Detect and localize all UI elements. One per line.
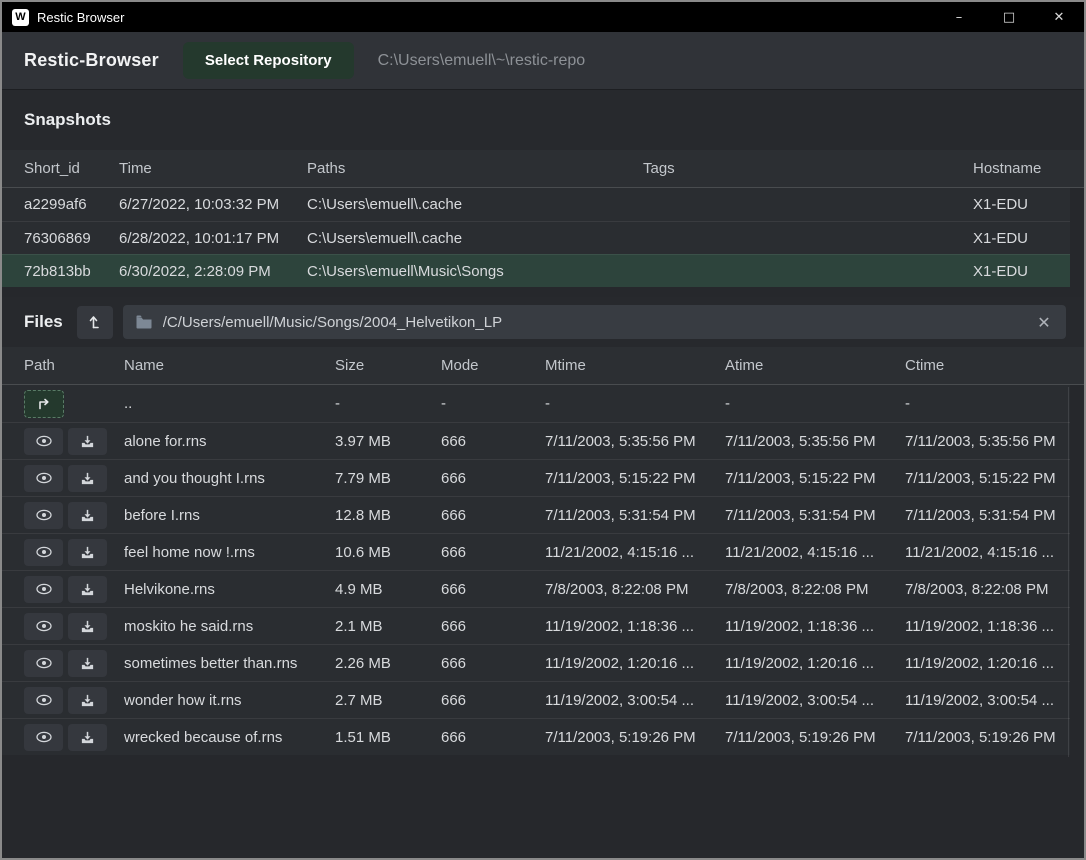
preview-button[interactable] <box>24 428 63 455</box>
preview-button[interactable] <box>24 613 63 640</box>
eye-icon <box>35 508 53 522</box>
column-header-tags: Tags <box>643 160 973 177</box>
download-button[interactable] <box>68 613 107 640</box>
file-row[interactable]: before I.rns 12.8 MB 666 7/11/2003, 5:31… <box>2 496 1070 533</box>
minimize-button[interactable]: – <box>934 2 984 32</box>
app-title: Restic-Browser <box>24 50 159 71</box>
preview-button[interactable] <box>24 650 63 677</box>
select-repository-button[interactable]: Select Repository <box>183 42 354 79</box>
file-row[interactable]: feel home now !.rns 10.6 MB 666 11/21/20… <box>2 533 1070 570</box>
snapshots-table-header: Short_id Time Paths Tags Hostname <box>2 150 1084 188</box>
download-button[interactable] <box>68 539 107 566</box>
download-button[interactable] <box>68 650 107 677</box>
file-row[interactable]: and you thought I.rns 7.79 MB 666 7/11/2… <box>2 459 1070 496</box>
column-header-hostname: Hostname <box>973 160 1084 177</box>
eye-icon <box>35 730 53 744</box>
column-header-mode: Mode <box>441 357 545 374</box>
download-icon <box>80 434 95 449</box>
column-header-paths: Paths <box>307 160 643 177</box>
folder-icon <box>135 313 153 331</box>
go-up-button[interactable] <box>77 306 113 339</box>
files-scrollbar-track[interactable] <box>1068 387 1069 757</box>
download-button[interactable] <box>68 687 107 714</box>
eye-icon <box>35 619 53 633</box>
preview-button[interactable] <box>24 465 63 492</box>
titlebar: W Restic Browser – □ ✕ <box>2 2 1084 32</box>
clear-path-button[interactable]: ✕ <box>1030 308 1058 336</box>
preview-button[interactable] <box>24 539 63 566</box>
eye-icon <box>35 656 53 670</box>
eye-icon <box>35 434 53 448</box>
path-field-wrap: ✕ <box>123 305 1066 339</box>
app-window: W Restic Browser – □ ✕ Restic-Browser Se… <box>0 0 1086 860</box>
files-table: .. - - - - - alone for.rns 3.97 MB 666 7… <box>2 385 1070 755</box>
preview-button[interactable] <box>24 724 63 751</box>
parent-dir-row[interactable]: .. - - - - - <box>2 385 1070 422</box>
download-icon <box>80 471 95 486</box>
download-icon <box>80 545 95 560</box>
download-icon <box>80 656 95 671</box>
eye-icon <box>35 693 53 707</box>
column-header-path: Path <box>24 357 124 374</box>
column-header-size: Size <box>335 357 441 374</box>
path-input[interactable] <box>123 305 1066 339</box>
snapshots-section-title: Snapshots <box>24 110 111 130</box>
preview-button[interactable] <box>24 502 63 529</box>
file-row[interactable]: moskito he said.rns 2.1 MB 666 11/19/200… <box>2 607 1070 644</box>
file-row[interactable]: Helvikone.rns 4.9 MB 666 7/8/2003, 8:22:… <box>2 570 1070 607</box>
download-icon <box>80 619 95 634</box>
download-icon <box>80 508 95 523</box>
maximize-button[interactable]: □ <box>984 2 1034 32</box>
snapshot-row-selected[interactable]: 72b813bb 6/30/2022, 2:28:09 PM C:\Users\… <box>2 254 1070 287</box>
column-header-time: Time <box>119 160 307 177</box>
preview-button[interactable] <box>24 576 63 603</box>
repository-path: C:\Users\emuell\~\restic-repo <box>378 52 586 70</box>
go-to-parent-button[interactable] <box>24 390 64 418</box>
download-button[interactable] <box>68 465 107 492</box>
app-icon: W <box>12 9 29 26</box>
snapshot-row[interactable]: a2299af6 6/27/2022, 10:03:32 PM C:\Users… <box>2 188 1070 221</box>
close-button[interactable]: ✕ <box>1034 2 1084 32</box>
eye-icon <box>35 471 53 485</box>
window-title: Restic Browser <box>37 10 124 25</box>
download-icon <box>80 730 95 745</box>
eye-icon <box>35 582 53 596</box>
download-button[interactable] <box>68 428 107 455</box>
download-button[interactable] <box>68 502 107 529</box>
snapshots-table: a2299af6 6/27/2022, 10:03:32 PM C:\Users… <box>2 188 1070 287</box>
file-row[interactable]: wonder how it.rns 2.7 MB 666 11/19/2002,… <box>2 681 1070 718</box>
up-arrow-icon <box>87 314 103 330</box>
column-header-mtime: Mtime <box>545 357 725 374</box>
eye-icon <box>35 545 53 559</box>
files-section-title: Files <box>24 312 63 332</box>
file-row[interactable]: sometimes better than.rns 2.26 MB 666 11… <box>2 644 1070 681</box>
snapshot-row[interactable]: 76306869 6/28/2022, 10:01:17 PM C:\Users… <box>2 221 1070 254</box>
download-button[interactable] <box>68 724 107 751</box>
column-header-ctime: Ctime <box>905 357 1084 374</box>
column-header-atime: Atime <box>725 357 905 374</box>
parent-arrow-icon <box>36 396 52 412</box>
file-row[interactable]: wrecked because of.rns 1.51 MB 666 7/11/… <box>2 718 1070 755</box>
file-row[interactable]: alone for.rns 3.97 MB 666 7/11/2003, 5:3… <box>2 422 1070 459</box>
column-header-short-id: Short_id <box>24 160 119 177</box>
preview-button[interactable] <box>24 687 63 714</box>
files-bar: Files ✕ <box>2 297 1084 347</box>
download-button[interactable] <box>68 576 107 603</box>
download-icon <box>80 693 95 708</box>
toolbar: Restic-Browser Select Repository C:\User… <box>2 32 1084 90</box>
column-header-name: Name <box>124 357 335 374</box>
download-icon <box>80 582 95 597</box>
files-table-header: Path Name Size Mode Mtime Atime Ctime <box>2 347 1084 385</box>
